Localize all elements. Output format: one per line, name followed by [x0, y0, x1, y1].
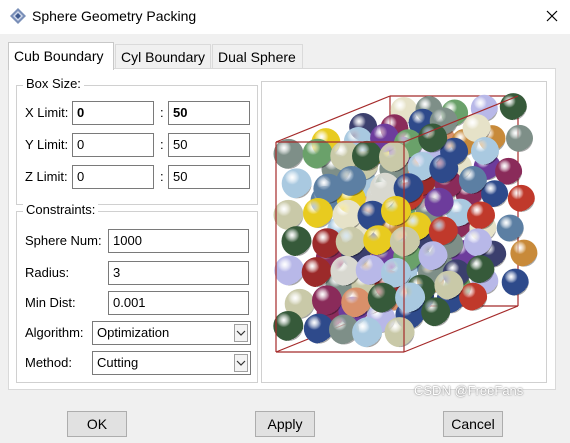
y-limit-min-field[interactable]: 0 [72, 133, 154, 157]
y-limit-separator: : [160, 137, 164, 152]
z-limit-max-field[interactable]: 50 [168, 165, 250, 189]
sphere [510, 239, 538, 267]
z-limit-label: Z Limit: [25, 169, 68, 184]
sphere [341, 287, 372, 318]
min-dist-field[interactable]: 0.001 [108, 291, 249, 315]
sphere [336, 166, 367, 196]
sphere [418, 123, 448, 153]
sphere [273, 311, 304, 341]
tab-cub-boundary[interactable]: Cub Boundary [8, 42, 114, 70]
sphere [418, 241, 448, 271]
y-limit-label: Y Limit: [25, 137, 69, 152]
tab-cyl-boundary[interactable]: Cyl Boundary [115, 44, 211, 68]
method-value: Cutting [97, 355, 139, 370]
sphere [459, 282, 488, 311]
x-limit-min-field[interactable]: 0 [72, 101, 154, 125]
sphere [389, 226, 420, 257]
sphere [384, 317, 415, 348]
tab-dual-sphere[interactable]: Dual Sphere [212, 44, 303, 68]
tab-panel: Box Size: X Limit: 0 : 50 Y Limit: 0 : 5… [8, 68, 556, 390]
constraints-title: Constraints: [23, 202, 99, 217]
sphere [458, 166, 487, 194]
sphere [302, 138, 333, 169]
apply-button[interactable]: Apply [255, 411, 315, 437]
sphere [352, 140, 382, 171]
sphere [273, 138, 304, 169]
method-dropdown-button[interactable] [234, 354, 248, 372]
algorithm-value: Optimization [97, 325, 170, 340]
radius-label: Radius: [25, 265, 70, 280]
sphere [281, 226, 312, 257]
sphere [428, 216, 458, 246]
cancel-button[interactable]: Cancel [443, 411, 503, 437]
app-icon [10, 8, 26, 24]
sphere [467, 201, 495, 230]
constraints-group: Constraints: Sphere Num: 1000 Radius: 3 … [16, 202, 258, 383]
sphere [335, 226, 366, 257]
sphere [424, 187, 454, 217]
box-size-title: Box Size: [23, 76, 84, 91]
sphere-packing-render [273, 93, 538, 353]
method-label: Method: [25, 355, 72, 370]
ok-button[interactable]: OK [67, 411, 127, 437]
sphere-num-label: Sphere Num: [25, 233, 102, 248]
sphere [421, 297, 451, 327]
sphere [463, 228, 492, 257]
sphere [506, 124, 533, 152]
radius-field[interactable]: 3 [108, 261, 249, 285]
title-bar: Sphere Geometry Packing [0, 0, 570, 34]
chevron-down-icon [236, 360, 246, 366]
sphere [507, 184, 535, 212]
window-title: Sphere Geometry Packing [32, 8, 197, 24]
chevron-down-icon [236, 330, 246, 336]
sphere [466, 255, 495, 284]
sphere [367, 282, 398, 313]
sphere [395, 282, 426, 313]
y-limit-max-field[interactable]: 50 [168, 133, 250, 157]
sphere [281, 168, 312, 199]
box-size-group: Box Size: X Limit: 0 : 50 Y Limit: 0 : 5… [16, 76, 258, 205]
algorithm-dropdown-button[interactable] [234, 324, 248, 342]
sphere [312, 285, 342, 316]
x-limit-separator: : [160, 105, 164, 120]
close-button[interactable] [536, 3, 568, 29]
sphere [274, 255, 305, 286]
x-limit-label: X Limit: [25, 105, 69, 120]
min-dist-label: Min Dist: [25, 295, 76, 310]
packing-preview [261, 81, 547, 383]
sphere [495, 157, 523, 185]
dialog-body: Cub Boundary Cyl Boundary Dual Sphere Bo… [0, 34, 570, 443]
sphere [303, 198, 333, 228]
sphere [499, 93, 527, 121]
sphere [363, 225, 394, 256]
algorithm-label: Algorithm: [25, 325, 84, 340]
sphere [471, 137, 499, 165]
sphere [381, 196, 411, 226]
sphere [434, 270, 464, 300]
method-select[interactable]: Cutting [92, 351, 251, 375]
sphere [429, 154, 459, 184]
sphere [501, 268, 529, 296]
sphere [496, 214, 524, 242]
z-limit-separator: : [160, 169, 164, 184]
z-limit-min-field[interactable]: 0 [72, 165, 154, 189]
sphere [273, 199, 304, 230]
sphere [301, 257, 332, 288]
algorithm-select[interactable]: Optimization [92, 321, 251, 345]
x-limit-max-field[interactable]: 50 [168, 101, 250, 125]
sphere [355, 255, 386, 285]
sphere [352, 317, 383, 348]
sphere-num-field[interactable]: 1000 [108, 229, 249, 253]
close-icon [546, 10, 558, 22]
